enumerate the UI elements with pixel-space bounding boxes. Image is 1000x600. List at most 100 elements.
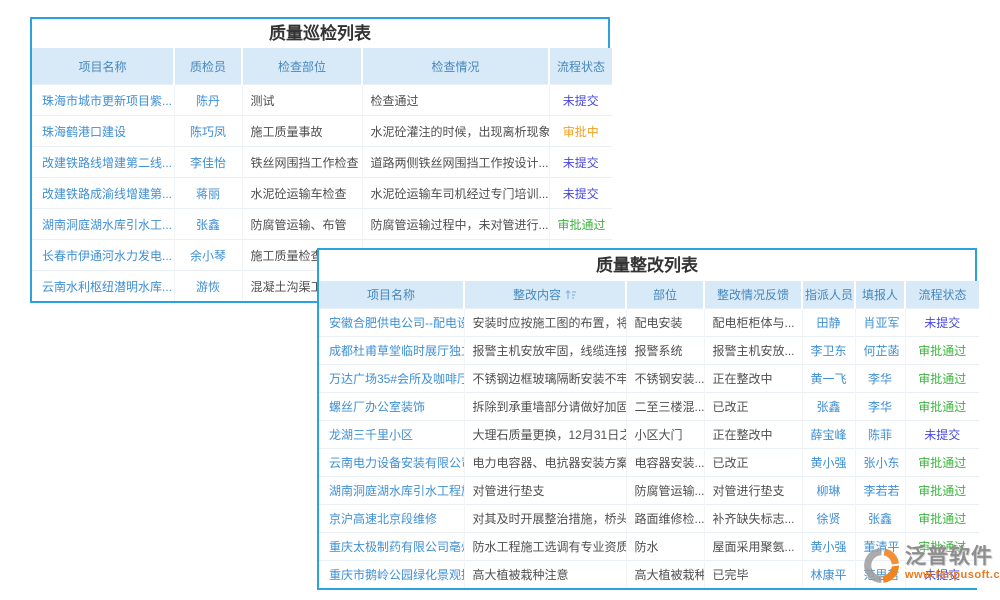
table-cell: 云南水利枢纽潜明水库...	[32, 271, 174, 302]
table-cell: 未提交	[549, 147, 612, 178]
cell-text: 施工质量检查	[251, 249, 323, 263]
cell-link[interactable]: 龙湖三千里小区	[329, 428, 413, 442]
cell-link[interactable]: 李卫东	[811, 344, 847, 358]
cell-link[interactable]: 柳琳	[816, 484, 840, 498]
cell-link[interactable]: 蒋丽	[196, 187, 220, 201]
table-cell: 重庆太极制药有限公司亳州中...	[319, 533, 464, 561]
column-header-2: 质检员	[174, 48, 242, 85]
table-cell: 黄小强	[802, 449, 855, 477]
cell-link[interactable]: 李华	[868, 400, 892, 414]
table-cell: 已完毕	[704, 561, 802, 589]
cell-link[interactable]: 重庆市鹅岭公园绿化景观提升...	[329, 568, 464, 582]
cell-text: 路面维修检...	[635, 512, 705, 526]
table-cell: 徐贤	[802, 505, 855, 533]
cell-text: 防腐管运输、布管	[251, 218, 347, 232]
table-row: 湖南洞庭湖水库引水工程施工标对管进行垫支防腐管运输...对管进行垫支柳琳李若若审…	[319, 477, 979, 505]
cell-link[interactable]: 长春市伊通河水力发电...	[42, 249, 172, 263]
cell-link[interactable]: 珠海鹤港口建设	[42, 125, 126, 139]
table-cell: 肖亚军	[855, 309, 905, 337]
table-cell: 张鑫	[855, 505, 905, 533]
cell-link[interactable]: 万达广场35#会所及咖啡厅空...	[329, 372, 464, 386]
table-cell: 水泥砼运输车检查	[242, 178, 362, 209]
cell-link[interactable]: 陈丹	[196, 94, 220, 108]
status-text: 审批通过	[918, 484, 966, 498]
cell-text: 大理石质量更换，12月31日之...	[473, 428, 627, 442]
table-cell: 珠海市城市更新项目紫...	[32, 85, 174, 116]
table-cell: 正在整改中	[704, 365, 802, 393]
table-cell: 改建铁路成渝线增建第...	[32, 178, 174, 209]
cell-text: 正在整改中	[713, 428, 773, 442]
cell-link[interactable]: 黄小强	[811, 540, 847, 554]
cell-link[interactable]: 张鑫	[868, 512, 892, 526]
cell-link[interactable]: 徐贤	[816, 512, 840, 526]
cell-link[interactable]: 陈菲	[868, 428, 892, 442]
cell-link[interactable]: 陈巧凤	[190, 125, 226, 139]
table-cell: 对管进行垫支	[464, 477, 626, 505]
column-header-label: 检查部位	[278, 60, 326, 74]
table-cell: 黄一飞	[802, 365, 855, 393]
column-header-2[interactable]: 整改内容	[464, 281, 626, 309]
table-cell: 何芷菡	[855, 337, 905, 365]
cell-text: 高大植被栽种	[635, 568, 705, 582]
table-cell: 张鑫	[174, 209, 242, 240]
cell-link[interactable]: 重庆太极制药有限公司亳州中...	[329, 540, 464, 554]
cell-link[interactable]: 张鑫	[196, 218, 220, 232]
cell-link[interactable]: 改建铁路成渝线增建第...	[42, 187, 172, 201]
status-text: 未提交	[563, 156, 599, 170]
cell-link[interactable]: 黄一飞	[811, 372, 847, 386]
table-cell: 林康平	[802, 561, 855, 589]
cell-link[interactable]: 改建铁路线增建第二线...	[42, 156, 172, 170]
table-cell: 补齐缺失标志...	[704, 505, 802, 533]
cell-text: 高大植被栽种注意	[473, 568, 569, 582]
table-cell: 电力电容器、电抗器安装方案,...	[464, 449, 626, 477]
table-cell: 湖南洞庭湖水库引水工...	[32, 209, 174, 240]
cell-link[interactable]: 京沪高速北京段维修	[329, 512, 437, 526]
cell-link[interactable]: 湖南洞庭湖水库引水工...	[42, 218, 172, 232]
cell-link[interactable]: 黄小强	[811, 456, 847, 470]
cell-link[interactable]: 李佳怡	[190, 156, 226, 170]
cell-text: 报警主机安放牢固，线缆连接...	[473, 344, 627, 358]
cell-link[interactable]: 云南水利枢纽潜明水库...	[42, 280, 172, 294]
cell-link[interactable]: 肖亚军	[864, 316, 900, 330]
column-header-5: 流程状态	[549, 48, 612, 85]
table-cell: 安装时应按施工图的布置，将...	[464, 309, 626, 337]
table-cell: 配电柜柜体与...	[704, 309, 802, 337]
rectification-table: 项目名称整改内容部位整改情况反馈指派人员填报人流程状态 安徽合肥供电公司--配电…	[319, 281, 979, 588]
cell-text: 正在整改中	[713, 372, 773, 386]
status-text: 审批通过	[918, 400, 966, 414]
table-cell: 配电安装	[626, 309, 704, 337]
cell-text: 安装时应按施工图的布置，将...	[473, 316, 627, 330]
cell-text: 对管进行垫支	[713, 484, 785, 498]
cell-link[interactable]: 张鑫	[816, 400, 840, 414]
cell-text: 不锈钢边框玻璃隔断安装不牢...	[473, 372, 627, 386]
cell-link[interactable]: 湖南洞庭湖水库引水工程施工标	[329, 484, 464, 498]
column-header-label: 指派人员	[805, 288, 853, 302]
cell-link[interactable]: 成都杜甫草堂临时展厅独立展...	[329, 344, 464, 358]
cell-link[interactable]: 田静	[816, 316, 840, 330]
table-cell: 李佳怡	[174, 147, 242, 178]
table-cell: 检查通过	[362, 85, 549, 116]
cell-link[interactable]: 游恢	[196, 280, 220, 294]
cell-link[interactable]: 薛宝峰	[811, 428, 847, 442]
table-row: 改建铁路线增建第二线...李佳怡铁丝网围挡工作检查道路两侧铁丝网围挡工作按设计.…	[32, 147, 612, 178]
cell-link[interactable]: 李若若	[864, 484, 900, 498]
column-header-label: 项目名称	[367, 288, 415, 302]
table-cell: 审批通过	[905, 337, 979, 365]
sort-icon[interactable]	[565, 289, 577, 300]
cell-link[interactable]: 张小东	[864, 456, 900, 470]
cell-link[interactable]: 珠海市城市更新项目紫...	[42, 94, 172, 108]
column-header-label: 流程状态	[557, 60, 605, 74]
cell-text: 配电安装	[635, 316, 683, 330]
cell-link[interactable]: 螺丝厂办公室装饰	[329, 400, 425, 414]
cell-link[interactable]: 云南电力设备安装有限公司20...	[329, 456, 464, 470]
cell-link[interactable]: 何芷菡	[864, 344, 900, 358]
table-cell: 防水工程施工选调有专业资质...	[464, 533, 626, 561]
status-text: 未提交	[924, 428, 960, 442]
cell-link[interactable]: 李华	[868, 372, 892, 386]
table-cell: 重庆市鹅岭公园绿化景观提升...	[319, 561, 464, 589]
table-cell: 薛宝峰	[802, 421, 855, 449]
cell-link[interactable]: 安徽合肥供电公司--配电设备...	[329, 316, 464, 330]
status-text: 审批通过	[558, 218, 606, 232]
cell-link[interactable]: 林康平	[811, 568, 847, 582]
cell-link[interactable]: 余小琴	[190, 249, 226, 263]
